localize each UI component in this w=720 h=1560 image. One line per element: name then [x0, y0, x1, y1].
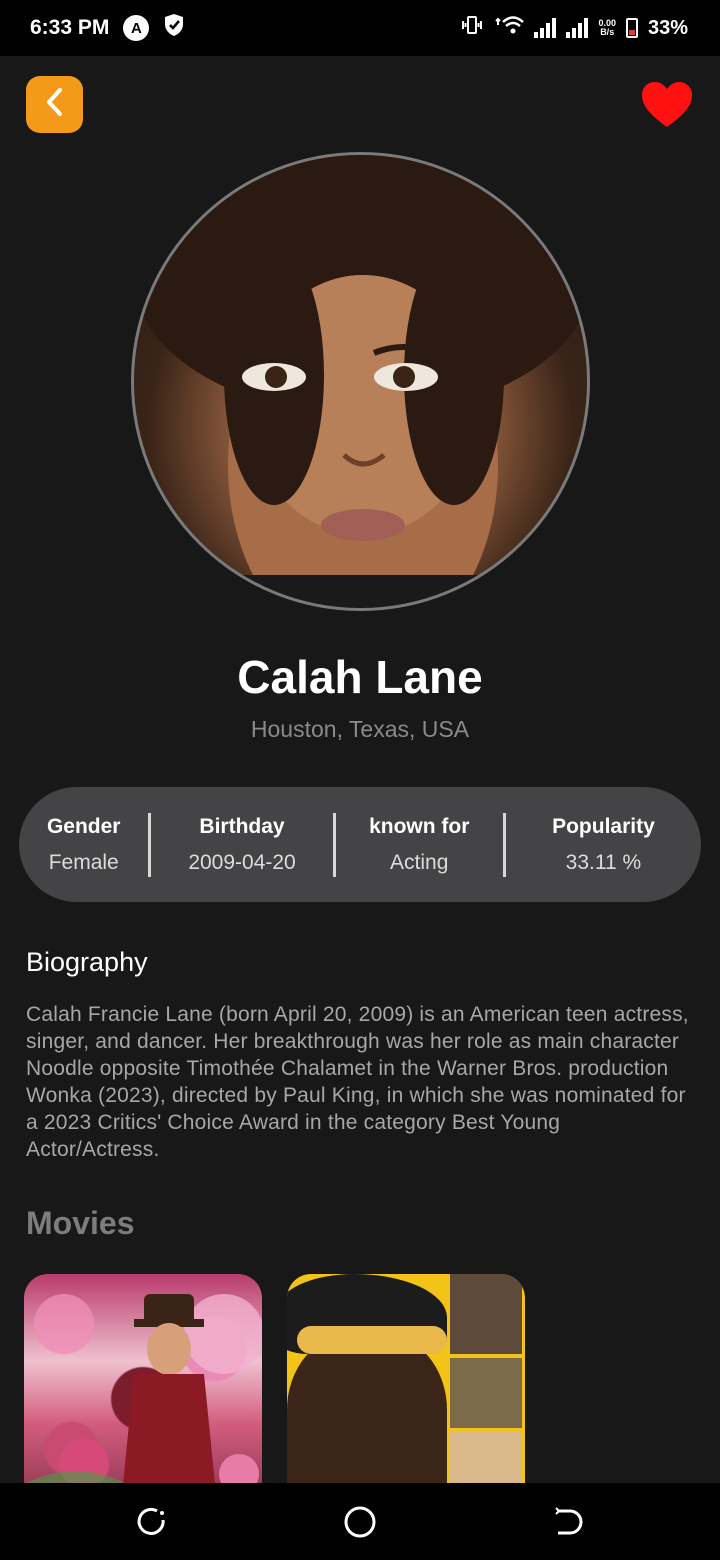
birth-place: Houston, Texas, USA: [250, 716, 470, 742]
info-value: Acting: [390, 850, 449, 874]
movies-heading: Movies: [26, 1205, 135, 1241]
info-summary: Gender Female Birthday 2009-04-20 known …: [19, 787, 701, 902]
network-speed-unit: B/s: [600, 27, 615, 37]
status-left: 6:33 PM A: [30, 13, 185, 43]
info-value: 2009-04-20: [188, 850, 296, 874]
info-value: Female: [48, 850, 119, 874]
info-label: Gender: [46, 814, 121, 838]
poster-panel: [450, 1274, 522, 1354]
info-popularity: Popularity 33.11 %: [506, 815, 701, 875]
signal-1-icon: [534, 18, 557, 38]
recent-apps-button[interactable]: [135, 1505, 169, 1539]
info-birthday: Birthday 2009-04-20: [151, 815, 332, 875]
home-icon: [343, 1506, 377, 1543]
biography-heading: Biography: [26, 947, 148, 977]
nav-back-button[interactable]: [550, 1505, 584, 1539]
biography-text: Calah Francie Lane (born April 20, 2009)…: [26, 1003, 689, 1161]
system-nav-bar: [0, 1483, 720, 1560]
poster-panel: [450, 1358, 522, 1428]
info-value: 33.11 %: [565, 850, 642, 874]
back-button[interactable]: [26, 76, 83, 133]
shield-icon: [163, 13, 185, 43]
info-gender: Gender Female: [19, 815, 148, 875]
status-bar: 6:33 PM A 0.00 B/s 33%: [0, 0, 720, 56]
info-label: known for: [369, 814, 470, 838]
recent-apps-icon: [135, 1507, 169, 1543]
info-label: Birthday: [199, 814, 285, 838]
poster-hat-band: [297, 1326, 447, 1354]
battery-icon: [625, 18, 638, 38]
signal-2-icon: [566, 18, 589, 38]
battery-percent: 33%: [647, 16, 688, 39]
home-button[interactable]: [343, 1505, 377, 1539]
network-speed: 0.00 B/s: [598, 19, 616, 37]
info-known-for: known for Acting: [336, 815, 503, 875]
info-label: Popularity: [552, 814, 655, 838]
back-icon: [550, 1507, 584, 1543]
wifi-icon: [494, 14, 525, 42]
person-name: Calah Lane: [237, 651, 483, 703]
vibrate-icon: [460, 15, 484, 41]
chevron-left-icon: [42, 87, 68, 122]
profile-photo: [131, 152, 590, 611]
heart-icon: [640, 82, 694, 134]
status-right: 0.00 B/s 33%: [460, 14, 688, 42]
app-notification-icon: A: [123, 15, 150, 41]
favorite-button[interactable]: [640, 80, 694, 130]
status-time: 6:33 PM: [30, 16, 110, 39]
